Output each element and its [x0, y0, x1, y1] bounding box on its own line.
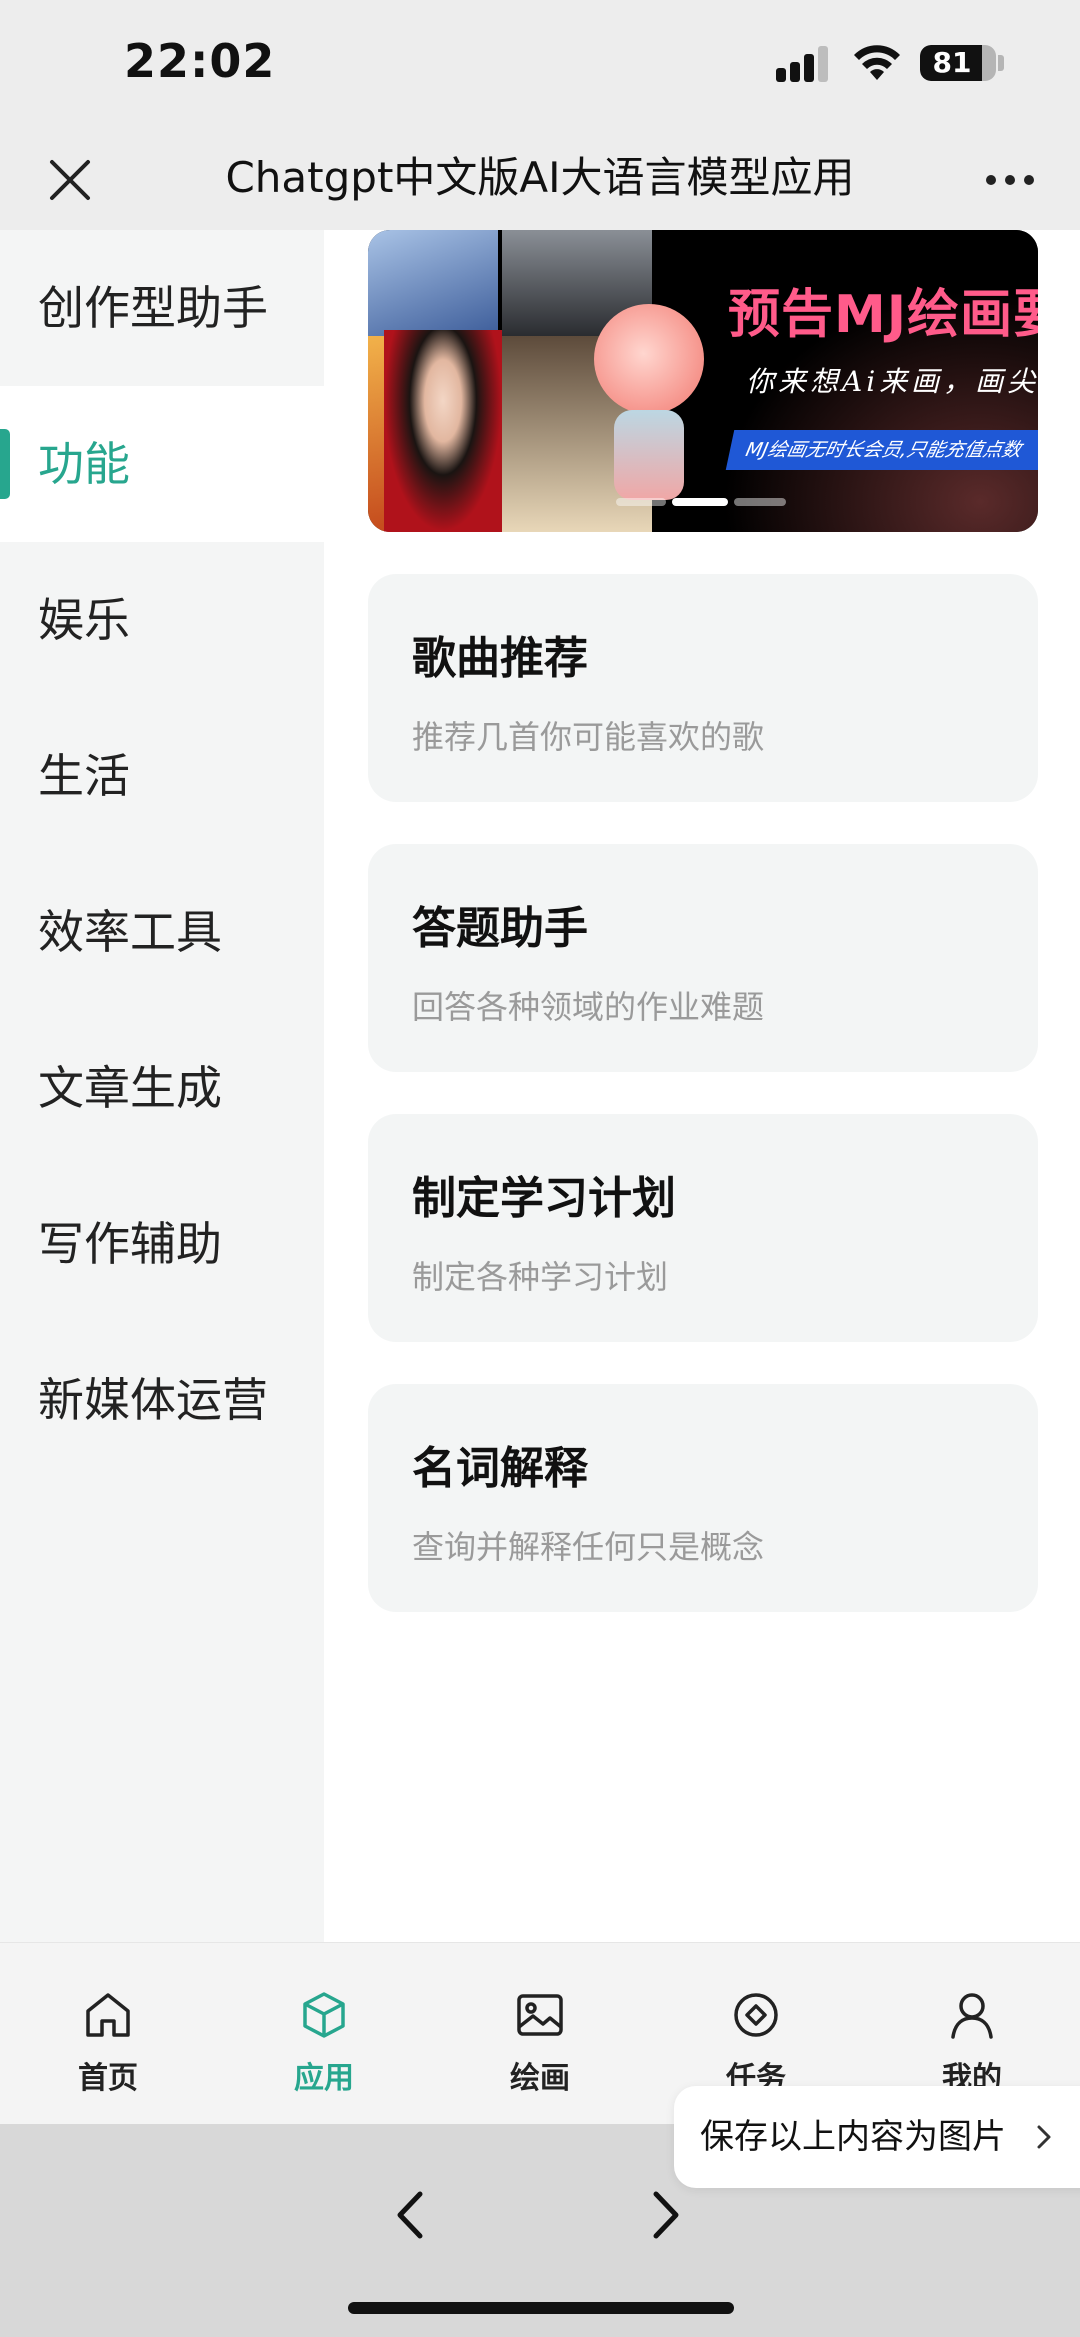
app-card-desc: 查询并解释任何只是概念: [412, 1528, 765, 1566]
sidebar-item-label: 新媒体运营: [38, 1373, 268, 1427]
chevron-right-icon: [1037, 2125, 1051, 2149]
status-bar: 22:02 81: [0, 0, 1080, 128]
back-arrow-icon[interactable]: [380, 2180, 440, 2250]
banner-image: [614, 410, 684, 500]
sidebar-item-productivity[interactable]: 效率工具: [0, 854, 324, 1010]
carousel-dot: [734, 498, 786, 506]
banner-headline: 预告MJ绘画要: [728, 285, 1038, 345]
cellular-signal-icon: [776, 44, 836, 82]
app-card-desc: 制定各种学习计划: [412, 1258, 669, 1296]
sidebar-item-writing-aid[interactable]: 写作辅助: [0, 1166, 324, 1322]
tab-label: 绘画: [510, 2061, 570, 2096]
sidebar-item-label: 写作辅助: [38, 1217, 222, 1271]
sidebar-item-label: 生活: [38, 749, 130, 803]
nav-bar: Chatgpt中文版AI大语言模型应用: [0, 128, 1080, 230]
cube-icon: [303, 1992, 345, 2038]
battery-tip: [998, 55, 1004, 71]
banner-image: [368, 230, 498, 336]
app-card-song-recommendation[interactable]: 歌曲推荐 推荐几首你可能喜欢的歌: [368, 574, 1038, 802]
tab-label: 应用: [294, 2061, 354, 2096]
home-indicator: [348, 2302, 734, 2314]
app-card-title: 名词解释: [412, 1443, 588, 1494]
app-card-title: 歌曲推荐: [412, 633, 588, 684]
banner-tag: MJ绘画无时长会员,只能充值点数: [725, 430, 1038, 470]
target-icon: [734, 1993, 778, 2037]
app-list: 预告MJ绘画要 你来想Ai来画，画尖位 MJ绘画无时长会员,只能充值点数 歌曲推…: [324, 230, 1080, 1942]
carousel-dot: [672, 498, 728, 506]
user-icon: [951, 1993, 993, 2039]
close-icon[interactable]: [40, 150, 100, 210]
app-card-term-explainer[interactable]: 名词解释 查询并解释任何只是概念: [368, 1384, 1038, 1612]
tab-label: 首页: [78, 2061, 138, 2096]
more-icon[interactable]: [980, 168, 1040, 192]
tab-apps[interactable]: 应用: [216, 1943, 432, 2125]
image-icon: [517, 1994, 563, 2036]
carousel-indicator: [616, 498, 786, 506]
category-sidebar: 创作型助手 功能 娱乐 生活 效率工具 文章生成 写作辅助 新媒体运营: [0, 230, 324, 1942]
sidebar-item-label: 娱乐: [38, 593, 130, 647]
wifi-icon: [854, 45, 900, 80]
status-time: 22:02: [124, 34, 276, 88]
app-card-study-plan[interactable]: 制定学习计划 制定各种学习计划: [368, 1114, 1038, 1342]
banner-image: [594, 304, 704, 414]
sidebar-item-article-generation[interactable]: 文章生成: [0, 1010, 324, 1166]
forward-arrow-icon[interactable]: [636, 2180, 696, 2250]
sidebar-item-entertainment[interactable]: 娱乐: [0, 542, 324, 698]
sidebar-item-new-media[interactable]: 新媒体运营: [0, 1322, 324, 1478]
banner-subtitle: 你来想Ai来画，画尖位: [746, 365, 1038, 398]
battery-icon: 81: [920, 45, 996, 81]
sidebar-item-label: 创作型助手: [38, 281, 268, 335]
sidebar-item-features[interactable]: 功能: [0, 386, 324, 542]
sidebar-item-label: 功能: [38, 437, 130, 491]
save-as-image-button[interactable]: 保存以上内容为图片: [674, 2086, 1080, 2188]
promo-banner[interactable]: 预告MJ绘画要 你来想Ai来画，画尖位 MJ绘画无时长会员,只能充值点数: [368, 230, 1038, 532]
page-title: Chatgpt中文版AI大语言模型应用: [225, 153, 855, 202]
banner-image: [384, 330, 502, 532]
sidebar-item-label: 效率工具: [38, 905, 222, 959]
app-card-title: 制定学习计划: [412, 1173, 676, 1224]
tab-home[interactable]: 首页: [0, 1943, 216, 2125]
carousel-dot: [616, 498, 666, 506]
app-card-quiz-helper[interactable]: 答题助手 回答各种领域的作业难题: [368, 844, 1038, 1072]
battery-level: 81: [932, 46, 972, 79]
app-card-desc: 回答各种领域的作业难题: [412, 988, 765, 1026]
app-card-desc: 推荐几首你可能喜欢的歌: [412, 718, 765, 756]
sidebar-item-creative-assistant[interactable]: 创作型助手: [0, 230, 324, 386]
tab-drawing[interactable]: 绘画: [432, 1943, 648, 2125]
app-card-title: 答题助手: [412, 903, 588, 954]
save-as-image-label: 保存以上内容为图片: [700, 2117, 1006, 2157]
sidebar-item-label: 文章生成: [38, 1061, 222, 1115]
home-icon: [86, 1993, 130, 2037]
sidebar-item-life[interactable]: 生活: [0, 698, 324, 854]
